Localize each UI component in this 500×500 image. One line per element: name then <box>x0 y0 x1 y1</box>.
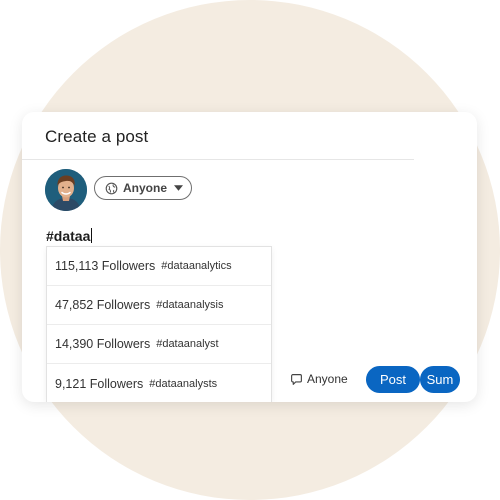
follower-count: 9,121 Followers <box>55 376 144 391</box>
audience-label: Anyone <box>123 181 168 195</box>
chevron-down-icon <box>174 185 184 191</box>
hashtag-label: #dataanalytics <box>161 260 232 272</box>
comment-icon <box>291 373 302 385</box>
hashtag-label: #dataanalysts <box>149 377 218 390</box>
text-caret <box>91 228 93 243</box>
globe-icon <box>105 182 118 194</box>
follower-count: 14,390 Followers <box>55 337 151 351</box>
create-post-dialog: Create a post Anyone #dataa 115,113 Foll… <box>22 112 477 402</box>
hashtag-suggestion-item[interactable]: 14,390 Followers #dataanalyst <box>47 325 271 364</box>
hashtag-label: #dataanalysis <box>156 299 224 311</box>
post-button[interactable]: Post <box>366 366 420 393</box>
post-text: #dataa <box>46 228 91 244</box>
follower-count: 115,113 Followers <box>55 259 156 273</box>
audience-selector-button[interactable]: Anyone <box>94 176 192 200</box>
hashtag-suggestion-item[interactable]: 47,852 Followers #dataanalysis <box>47 286 271 325</box>
sum-button[interactable]: Sum <box>420 366 460 393</box>
hashtag-suggestion-item[interactable]: 9,121 Followers #dataanalysts <box>47 364 271 402</box>
comment-audience-label: Anyone <box>307 372 348 386</box>
hashtag-suggestions: 115,113 Followers #dataanalytics 47,852 … <box>46 246 272 402</box>
avatar <box>45 169 87 211</box>
post-text-editor[interactable]: #dataa <box>46 228 93 244</box>
title-divider <box>22 159 414 160</box>
comment-control-button[interactable]: Anyone <box>290 372 348 386</box>
dialog-title: Create a post <box>45 127 149 146</box>
follower-count: 47,852 Followers <box>55 298 151 312</box>
hashtag-suggestion-item[interactable]: 115,113 Followers #dataanalytics <box>47 247 271 286</box>
hashtag-label: #dataanalyst <box>156 338 219 350</box>
